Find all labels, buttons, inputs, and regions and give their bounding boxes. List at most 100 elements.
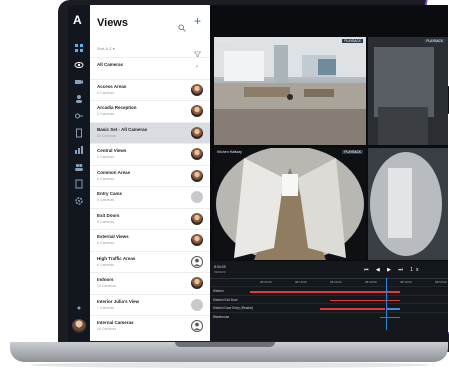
key-icon[interactable] (74, 111, 84, 121)
view-list-item[interactable]: High Traffic Areas 6 Cameras (90, 250, 210, 273)
view-list-item[interactable]: Arcadia Reception 4 Cameras (90, 100, 210, 122)
camera-tile[interactable] (368, 148, 448, 260)
laptop-hinge-notch (175, 342, 275, 347)
playback-controls[interactable]: ⏮ ◀ ▶ ⏭ 1x (364, 267, 422, 273)
time-tick: 08:30:00 (365, 280, 377, 284)
playback-timeline[interactable]: 8:34:09 09/03/20 ⏮ ◀ ▶ ⏭ 1x 08:00:00 08:1… (210, 261, 448, 341)
view-camera-count: 16 Cameras (97, 327, 117, 331)
view-name: Exit Doors (97, 212, 120, 218)
sort-dropdown[interactable]: Sort A-Z ▾ (97, 46, 115, 51)
app-screen: A Views + Sort A-Z ▾ All Cameras › Acces… (68, 5, 448, 341)
view-name: Internal Cameras (97, 320, 134, 325)
time-tick: 08:20:00 (330, 280, 342, 284)
search-icon[interactable] (178, 19, 186, 32)
door-icon[interactable] (74, 128, 84, 138)
view-name: Access Areas (97, 83, 127, 89)
camera-feed-image (368, 148, 448, 260)
view-name: All Cameras (97, 62, 124, 67)
view-list-item[interactable]: Exit Doors 8 Cameras (90, 207, 210, 230)
view-name: Central Views (97, 148, 127, 153)
owner-avatar (191, 212, 203, 225)
view-list-item[interactable]: Common Areas 6 Cameras (90, 164, 210, 187)
help-icon[interactable] (74, 303, 84, 313)
recording-segment[interactable] (380, 316, 400, 318)
camera-tile[interactable]: PLAYBACK (368, 37, 448, 145)
grid-icon[interactable] (74, 43, 84, 53)
user-avatar[interactable] (72, 319, 86, 333)
view-camera-count: 6 Cameras (97, 90, 115, 95)
recording-segment[interactable] (386, 308, 400, 310)
laptop-shadow (30, 362, 430, 368)
icon-rail: A (68, 5, 90, 341)
timeline-track-row[interactable]: Warehouse (210, 311, 448, 321)
time-tick: 08:00:00 (260, 280, 272, 284)
view-list: All Cameras › Access Areas 6 Cameras Arcadia… (90, 57, 210, 337)
owner-avatar (191, 148, 203, 160)
views-panel: Views + Sort A-Z ▾ All Cameras › Access Ar… (90, 5, 210, 341)
view-camera-count: 14 Cameras (97, 284, 117, 288)
view-list-item[interactable]: Access Areas 6 Cameras (90, 78, 210, 101)
recording-segment[interactable] (320, 308, 385, 310)
view-name: Indoors (97, 277, 114, 282)
recording-segment[interactable] (250, 291, 400, 293)
time-tick: 08:50:00 (435, 280, 447, 284)
camera-feed-image (368, 37, 448, 145)
settings-icon[interactable] (74, 196, 84, 206)
time-tick: 08:10:00 (295, 280, 307, 284)
person-icon (191, 320, 203, 332)
view-list-item[interactable]: Indoors 14 Cameras (90, 272, 210, 294)
camera-feed-image (214, 37, 366, 145)
track-label: Warehouse (213, 314, 230, 319)
view-list-item[interactable]: Interior Julia's View 7 Cameras (90, 293, 210, 316)
users-icon[interactable] (74, 162, 84, 172)
camera-tile[interactable]: Main Floor PLAYBACK (214, 37, 366, 145)
camera-badge: PLAYBACK (342, 150, 363, 154)
view-camera-count: 4 Cameras (97, 112, 115, 116)
building-icon[interactable] (74, 179, 84, 189)
person-icon[interactable] (74, 94, 84, 104)
view-name: Basic Set - All Cameras (97, 126, 148, 132)
track-label: Kitchen Door Entry (Reader) (213, 306, 254, 310)
view-list-item[interactable]: Basic Set - All Cameras 32 Cameras (90, 121, 210, 143)
owner-avatar (191, 169, 203, 182)
owner-avatar (191, 105, 203, 117)
camera-badge: PLAYBACK (424, 39, 445, 43)
playhead[interactable] (386, 278, 387, 330)
view-list-item[interactable]: External Views 6 Cameras (90, 229, 210, 251)
camera-tile[interactable]: Kitchen Hallway PLAYBACK (214, 148, 366, 260)
camera-icon[interactable] (74, 77, 84, 87)
view-camera-count: 4 Cameras (97, 155, 115, 159)
view-list-item[interactable]: Central Views 4 Cameras (90, 143, 210, 165)
view-camera-count: 8 Cameras (97, 219, 115, 224)
view-camera-count: 6 Cameras (97, 262, 115, 267)
view-camera-count: 4 Cameras (97, 198, 115, 202)
track-label: Kitchen (213, 289, 224, 293)
camera-label: Kitchen Hallway (217, 150, 242, 154)
view-camera-count: 6 Cameras (97, 241, 115, 245)
view-camera-count: 6 Cameras (97, 176, 115, 181)
view-list-item[interactable]: Entry Cams 4 Cameras (90, 186, 210, 208)
recording-segment[interactable] (330, 299, 400, 301)
camera-label: Main Floor (217, 39, 234, 43)
view-name: Common Areas (97, 169, 131, 175)
view-name: Entry Cams (97, 191, 123, 196)
chart-icon[interactable] (74, 145, 84, 155)
view-list-item[interactable]: Internal Cameras 16 Cameras (90, 315, 210, 337)
view-camera-count: 7 Cameras (97, 305, 115, 310)
views-title: Views (97, 17, 128, 29)
view-name: Arcadia Reception (97, 105, 137, 110)
app-logo: A (73, 13, 82, 27)
person-icon (191, 255, 203, 268)
owner-avatar (191, 277, 203, 289)
owner-avatar (191, 298, 203, 311)
filter-icon[interactable] (193, 45, 202, 58)
owner-avatar (191, 234, 203, 246)
eye-icon[interactable] (74, 60, 84, 70)
camera-feed-image (214, 148, 366, 260)
time-tick: 08:40:00 (400, 280, 412, 284)
view-camera-count: 32 Cameras (97, 133, 117, 138)
view-list-item[interactable]: All Cameras › (90, 57, 210, 79)
add-view-button[interactable]: + (194, 15, 201, 27)
chevron-right-icon: › (196, 64, 198, 70)
camera-badge: PLAYBACK (342, 39, 363, 43)
